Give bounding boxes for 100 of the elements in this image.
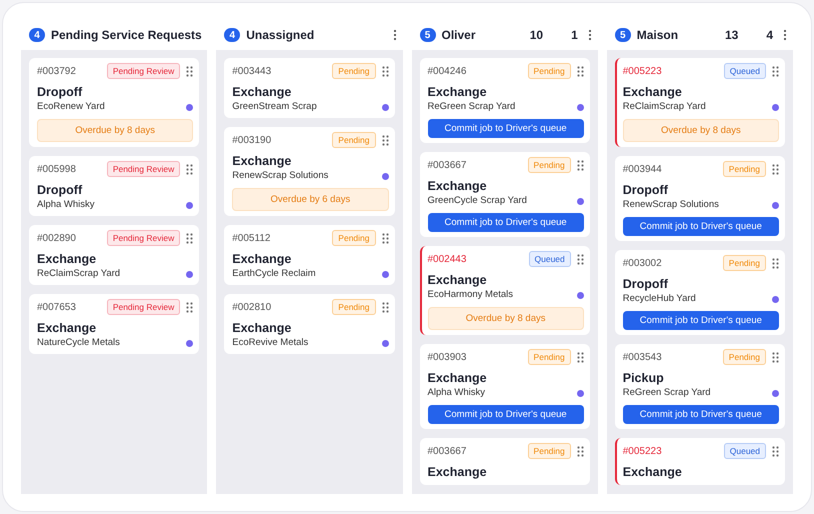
status-badge: Pending — [722, 161, 766, 177]
status-badge: Pending Review — [106, 230, 180, 246]
column-title: Unassigned — [246, 28, 316, 42]
drag-handle-icon[interactable] — [186, 66, 194, 76]
company-name: Alpha Whisky — [37, 199, 95, 211]
company-name: EcoRenew Yard — [37, 101, 105, 113]
job-type: Exchange — [428, 465, 488, 480]
company-name: RenewScrap Solutions — [232, 170, 328, 182]
job-card[interactable]: #005223 Queued Exchange — [614, 438, 785, 485]
job-card[interactable]: #003667 Pending Exchange GreenCycle Scrap Yard Commit job to Driver's queue — [420, 152, 590, 237]
more-icon[interactable] — [588, 29, 592, 41]
column-title: Maison — [636, 28, 680, 42]
drag-handle-icon[interactable] — [186, 232, 194, 244]
job-type: Exchange — [37, 321, 98, 336]
job-type: Exchange — [428, 273, 488, 288]
job-card[interactable]: #005112 Pending Exchange EarthCycle Reclaim — [224, 225, 394, 285]
job-id: #003543 — [622, 352, 663, 362]
job-card[interactable]: #003543 Pending Pickup ReGreen Scrap Yard Commit job to Driver's queue — [614, 344, 785, 429]
drag-handle-icon[interactable] — [382, 232, 388, 244]
job-type: Exchange — [428, 371, 488, 386]
status-badge: Queued — [724, 443, 766, 459]
job-type: Exchange — [622, 85, 683, 100]
company-name: ReGreen Scrap Yard — [622, 387, 711, 399]
drag-handle-icon[interactable] — [186, 164, 194, 174]
status-badge: Pending — [528, 63, 571, 79]
drag-handle-icon[interactable] — [186, 302, 194, 312]
job-type: Exchange — [428, 85, 488, 100]
drag-handle-icon[interactable] — [576, 160, 584, 170]
drag-handle-icon[interactable] — [382, 302, 388, 312]
company-name: RecycleHub Yard — [622, 293, 696, 305]
job-card[interactable]: #003944 Pending Dropoff RenewScrap Solutions Commit job to Driver's queue — [614, 156, 785, 241]
job-id: #003903 — [428, 352, 468, 362]
status-dot — [186, 202, 194, 208]
job-card[interactable]: #003002 Pending Dropoff RecycleHub Yard Commit job to Driver's queue — [614, 250, 785, 335]
column-stat: 4 — [766, 28, 773, 42]
job-id: #002810 — [232, 302, 272, 312]
drag-handle-icon[interactable] — [382, 66, 388, 76]
status-badge: Pending — [332, 299, 376, 315]
drag-handle-icon[interactable] — [576, 254, 584, 264]
commit-button[interactable]: Commit job to Driver's queue — [428, 213, 584, 232]
column-title: Oliver — [442, 28, 477, 42]
job-card[interactable]: #002443 Queued Exchange EcoHarmony Metals Overdue by 8 days — [420, 246, 590, 335]
status-badge: Pending — [722, 255, 766, 271]
status-dot — [186, 340, 194, 346]
job-type: Dropoff — [622, 183, 669, 198]
drag-handle-icon[interactable] — [382, 134, 388, 146]
status-badge: Queued — [528, 251, 571, 267]
status-dot — [772, 104, 779, 110]
job-card[interactable]: #007653 Pending Review Exchange NatureCycle Metals — [29, 294, 200, 354]
drag-handle-icon[interactable] — [576, 352, 584, 362]
job-type: Dropoff — [37, 183, 84, 198]
job-type: Exchange — [232, 85, 292, 100]
drag-handle-icon[interactable] — [772, 352, 779, 362]
company-name: EcoRevive Metals — [232, 337, 308, 349]
job-card[interactable]: #002890 Pending Review Exchange ReClaimScrap Yard — [29, 225, 200, 285]
job-card[interactable]: #003792 Pending Review Dropoff EcoRenew Yard Overdue by 8 days — [29, 58, 200, 147]
job-id: #003944 — [622, 164, 663, 174]
drag-handle-icon[interactable] — [772, 446, 779, 456]
status-dot — [772, 202, 779, 208]
column-stat: 10 — [530, 28, 544, 42]
more-icon[interactable] — [392, 29, 396, 41]
job-card[interactable]: #003190 Pending Exchange RenewScrap Solutions Overdue by 6 days — [224, 127, 394, 216]
job-card[interactable]: #003443 Pending Exchange GreenStream Scrap — [224, 58, 394, 118]
commit-button[interactable]: Commit job to Driver's queue — [622, 311, 779, 330]
drag-handle-icon[interactable] — [576, 66, 584, 76]
status-badge: Pending — [528, 349, 571, 365]
status-dot — [186, 104, 194, 110]
drag-handle-icon[interactable] — [772, 66, 779, 76]
job-id: #003443 — [232, 66, 272, 76]
column-stat: 1 — [571, 28, 578, 42]
job-id: #004246 — [428, 66, 468, 76]
status-dot — [576, 198, 584, 204]
job-id: #005223 — [622, 66, 663, 76]
job-card[interactable]: #002810 Pending Exchange EcoRevive Metals — [224, 294, 394, 354]
job-card[interactable]: #005223 Queued Exchange ReClaimScrap Yard Overdue by 8 days — [614, 58, 785, 147]
job-card[interactable]: #005998 Pending Review Dropoff Alpha Whisky — [29, 156, 200, 216]
status-badge: Pending — [332, 63, 376, 79]
overdue-banner: Overdue by 8 days — [37, 119, 194, 142]
status-badge: Queued — [724, 63, 766, 79]
more-icon[interactable] — [783, 29, 787, 41]
job-card[interactable]: #004246 Pending Exchange ReGreen Scrap Yard Commit job to Driver's queue — [420, 58, 590, 143]
company-name: ReClaimScrap Yard — [37, 268, 120, 280]
status-badge: Pending Review — [106, 63, 180, 79]
count-badge: 5 — [614, 28, 631, 42]
job-card[interactable]: #003667 Pending Exchange — [420, 438, 590, 485]
status-dot — [382, 340, 388, 346]
status-dot — [576, 104, 584, 110]
commit-button[interactable]: Commit job to Driver's queue — [622, 405, 779, 424]
commit-button[interactable]: Commit job to Driver's queue — [428, 405, 584, 424]
commit-button[interactable]: Commit job to Driver's queue — [428, 119, 584, 138]
count-badge: 4 — [29, 28, 45, 42]
drag-handle-icon[interactable] — [576, 446, 584, 456]
company-name: Alpha Whisky — [428, 387, 486, 399]
status-dot — [772, 296, 779, 302]
job-card[interactable]: #003903 Pending Exchange Alpha Whisky Commit job to Driver's queue — [420, 344, 590, 429]
status-dot — [382, 172, 388, 180]
commit-button[interactable]: Commit job to Driver's queue — [622, 217, 779, 236]
drag-handle-icon[interactable] — [772, 164, 779, 174]
company-name: NatureCycle Metals — [37, 337, 120, 349]
drag-handle-icon[interactable] — [772, 258, 779, 268]
